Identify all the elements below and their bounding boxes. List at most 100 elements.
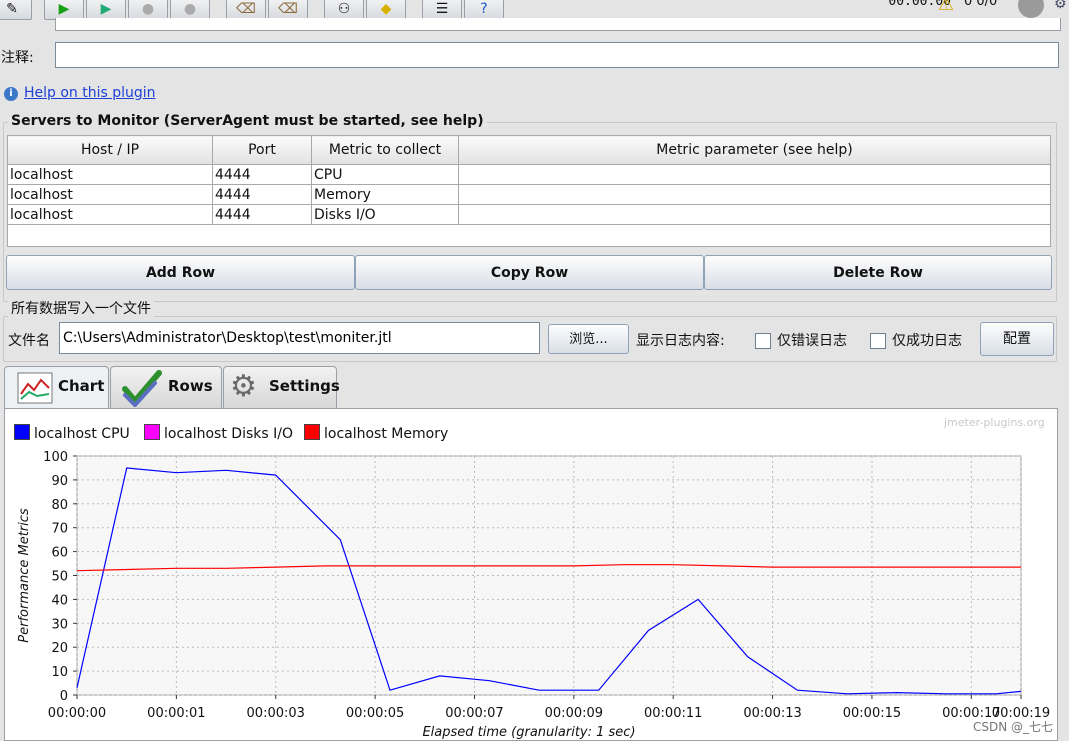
settings-gear-icon: ⚙ — [1054, 0, 1067, 12]
help-button[interactable]: ? — [464, 0, 504, 20]
errors-only-label: 仅错误日志 — [777, 333, 847, 349]
tab-chart[interactable]: Chart — [4, 366, 109, 409]
y-tick-label: 100 — [43, 450, 68, 465]
y-tick-label: 10 — [51, 665, 68, 680]
table-row[interactable]: localhost 4444 Memory — [7, 184, 1051, 205]
x-tick-label: 00:00:05 — [346, 706, 404, 721]
y-tick-label: 0 — [60, 689, 68, 704]
tab-settings-label: Settings — [269, 377, 340, 395]
search-button[interactable]: ⚇ — [324, 0, 364, 20]
clear-button[interactable]: ⌫ — [226, 0, 266, 20]
y-tick-label: 70 — [51, 522, 68, 537]
file-group-title: 所有数据写入一个文件 — [8, 298, 154, 318]
cell-host[interactable]: localhost — [7, 164, 213, 185]
warning-icon: ⚠ — [938, 0, 955, 15]
shutdown-icon: ● — [183, 1, 197, 18]
function-helper-button[interactable]: ☰ — [422, 0, 462, 20]
thread-counter: 0 0/0 — [964, 0, 998, 9]
success-only-label: 仅成功日志 — [892, 333, 962, 349]
legend-swatch-disks — [144, 424, 160, 440]
list-icon: ☰ — [435, 1, 449, 18]
name-field[interactable] — [55, 18, 1061, 31]
success-only-checkbox[interactable]: 仅成功日志 — [870, 330, 962, 350]
col-host[interactable]: Host / IP — [7, 135, 213, 165]
stop-icon: ● — [141, 1, 155, 18]
x-tick-label: 00:00:15 — [843, 706, 901, 721]
start-button[interactable]: ▶ — [44, 0, 84, 20]
cell-host[interactable]: localhost — [7, 204, 213, 225]
configure-button[interactable]: 配置 — [980, 322, 1054, 356]
cell-metric[interactable]: Memory — [311, 184, 459, 205]
tab-rows-label: Rows — [168, 377, 213, 395]
col-port[interactable]: Port — [212, 135, 312, 165]
reset-search-button[interactable]: ◆ — [366, 0, 406, 20]
y-tick-label: 80 — [51, 498, 68, 513]
log-content-label: 显示日志内容: — [636, 333, 725, 349]
comment-input[interactable] — [55, 42, 1059, 68]
cell-parameter[interactable] — [458, 204, 1051, 225]
tab-chart-label: Chart — [58, 377, 105, 395]
cell-port[interactable]: 4444 — [212, 164, 312, 185]
broom-icon: ⌫ — [236, 1, 256, 18]
x-tick-label: 00:00:13 — [743, 706, 801, 721]
y-tick-label: 20 — [51, 641, 68, 656]
y-tick-label: 90 — [51, 474, 68, 489]
cell-metric[interactable]: CPU — [311, 164, 459, 185]
help-link[interactable]: Help on this plugin — [24, 85, 156, 101]
start-no-pause-button[interactable]: ▶ — [86, 0, 126, 20]
cell-port[interactable]: 4444 — [212, 184, 312, 205]
copy-row-button[interactable]: Copy Row — [355, 255, 704, 290]
cell-port[interactable]: 4444 — [212, 204, 312, 225]
edit-button[interactable]: ✎ — [0, 0, 32, 20]
servers-group-title: Servers to Monitor (ServerAgent must be … — [8, 113, 487, 129]
y-axis-label: Performance Metrics — [17, 508, 32, 643]
toolbar: ✎ ▶ ▶ ● ● ⌫ ⌫ ⚇ ◆ ☰ ? 00:00:00 ⚠ 0 0/0 ⚙ — [0, 0, 1069, 20]
cell-host[interactable]: localhost — [7, 184, 213, 205]
add-row-button[interactable]: Add Row — [6, 255, 355, 290]
col-parameter[interactable]: Metric parameter (see help) — [458, 135, 1051, 165]
browse-button[interactable]: 浏览... — [548, 324, 629, 354]
y-tick-label: 30 — [51, 617, 68, 632]
watermark: jmeter-plugins.org — [944, 416, 1045, 429]
x-tick-label: 00:00:00 — [48, 706, 106, 721]
y-tick-label: 40 — [51, 593, 68, 608]
filename-label: 文件名 — [8, 333, 50, 349]
edit-icon: ✎ — [6, 1, 18, 18]
delete-row-button[interactable]: Delete Row — [704, 255, 1052, 290]
errors-only-checkbox[interactable]: 仅错误日志 — [755, 330, 847, 350]
gear-icon: ⚙ — [230, 369, 257, 404]
shutdown-button[interactable]: ● — [170, 0, 210, 20]
play-icon: ▶ — [58, 1, 70, 18]
cell-metric[interactable]: Disks I/O — [311, 204, 459, 225]
x-tick-label: 00:00:11 — [644, 706, 702, 721]
cell-parameter[interactable] — [458, 184, 1051, 205]
checkmark-icon — [122, 370, 162, 407]
table-row[interactable]: localhost 4444 Disks I/O — [7, 204, 1051, 225]
help-icon: ? — [480, 1, 488, 18]
legend-swatch-memory — [304, 424, 320, 440]
performance-chart: 0 10 20 30 40 50 60 70 80 90 100 00:00:00 00:00:01 00… — [17, 450, 1050, 740]
csdn-watermark: CSDN @_七七 — [973, 718, 1054, 735]
stop-button[interactable]: ● — [128, 0, 168, 20]
tab-settings[interactable]: ⚙ Settings — [223, 366, 340, 408]
eraser-icon: ◆ — [380, 1, 392, 18]
cell-parameter[interactable] — [458, 164, 1051, 185]
comment-label: 注释: — [1, 50, 34, 66]
legend-swatch-cpu — [14, 424, 30, 440]
table-row[interactable]: localhost 4444 CPU — [7, 164, 1051, 185]
x-axis-label: Elapsed time (granularity: 1 sec) — [422, 725, 635, 740]
y-tick-label: 60 — [51, 546, 68, 561]
checkbox-box[interactable] — [870, 333, 886, 349]
clear-all-button[interactable]: ⌫ — [268, 0, 308, 20]
chart-icon — [17, 372, 53, 404]
info-icon: i — [4, 87, 18, 101]
checkbox-box[interactable] — [755, 333, 771, 349]
remote-status-icon — [1018, 0, 1044, 18]
y-tick-label: 50 — [51, 570, 68, 585]
col-metric[interactable]: Metric to collect — [311, 135, 459, 165]
broom-all-icon: ⌫ — [278, 1, 298, 18]
filename-input[interactable] — [59, 322, 540, 354]
x-tick-label: 00:00:03 — [247, 706, 305, 721]
tab-rows[interactable]: Rows — [110, 366, 222, 408]
x-tick-label: 00:00:01 — [147, 706, 205, 721]
